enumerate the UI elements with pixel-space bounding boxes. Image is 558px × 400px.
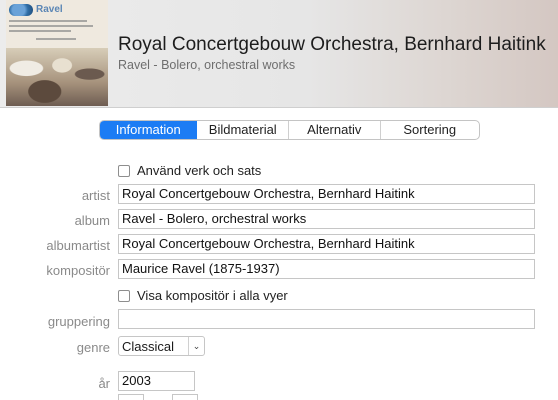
album-label: album: [74, 213, 110, 228]
album-field[interactable]: Ravel - Bolero, orchestral works: [118, 209, 535, 229]
grouping-field[interactable]: [118, 309, 535, 329]
artwork-title: Ravel: [36, 4, 63, 15]
composer-field[interactable]: Maurice Ravel (1875-1937): [118, 259, 535, 279]
album-artist-field[interactable]: Royal Concertgebouw Orchestra, Bernhard …: [118, 234, 535, 254]
album-artist-label: albumartist: [46, 238, 110, 253]
chevron-down-icon[interactable]: ⌄: [188, 337, 204, 355]
album-artwork[interactable]: Ravel: [6, 0, 108, 106]
genre-select[interactable]: Classical ⌄: [118, 336, 205, 356]
album-artist-heading: Royal Concertgebouw Orchestra, Bernhard …: [118, 34, 546, 55]
grouping-label: gruppering: [47, 314, 110, 329]
genre-label: genre: [76, 340, 110, 355]
track-number-field[interactable]: [118, 394, 144, 400]
genre-value: Classical: [122, 338, 175, 354]
show-composer-option[interactable]: Visa kompositör i alla vyer: [118, 288, 288, 303]
artwork-text-line: [9, 20, 87, 22]
tab-artwork[interactable]: Bildmaterial: [197, 121, 289, 139]
album-header: Ravel Royal Concertgebouw Orchestra, Ber…: [0, 0, 558, 108]
show-composer-checkbox[interactable]: [118, 289, 130, 302]
work-movement-label: Använd verk och sats: [137, 163, 262, 178]
album-subtitle: Ravel - Bolero, orchestral works: [118, 58, 296, 72]
tab-sorting[interactable]: Sortering: [381, 121, 479, 139]
work-movement-option[interactable]: Använd verk och sats: [118, 163, 261, 178]
artist-field[interactable]: Royal Concertgebouw Orchestra, Bernhard …: [118, 184, 535, 204]
composer-label: kompositör: [46, 263, 110, 278]
tab-information[interactable]: Information: [100, 121, 198, 139]
artwork-text-line: [36, 38, 76, 40]
show-composer-label: Visa kompositör i alla vyer: [137, 288, 288, 303]
year-field[interactable]: 2003: [118, 371, 195, 391]
artist-label: artist: [81, 188, 110, 203]
artwork-text-line: [9, 30, 71, 32]
track-count-field[interactable]: [172, 394, 198, 400]
work-movement-checkbox[interactable]: [118, 164, 130, 177]
tab-bar: Information Bildmaterial Alternativ Sort…: [99, 120, 480, 140]
artwork-text-line: [9, 25, 93, 27]
label-logo-icon: [9, 4, 33, 16]
artwork-painting: [6, 48, 108, 106]
year-label: år: [98, 376, 110, 391]
tab-options[interactable]: Alternativ: [289, 121, 381, 139]
